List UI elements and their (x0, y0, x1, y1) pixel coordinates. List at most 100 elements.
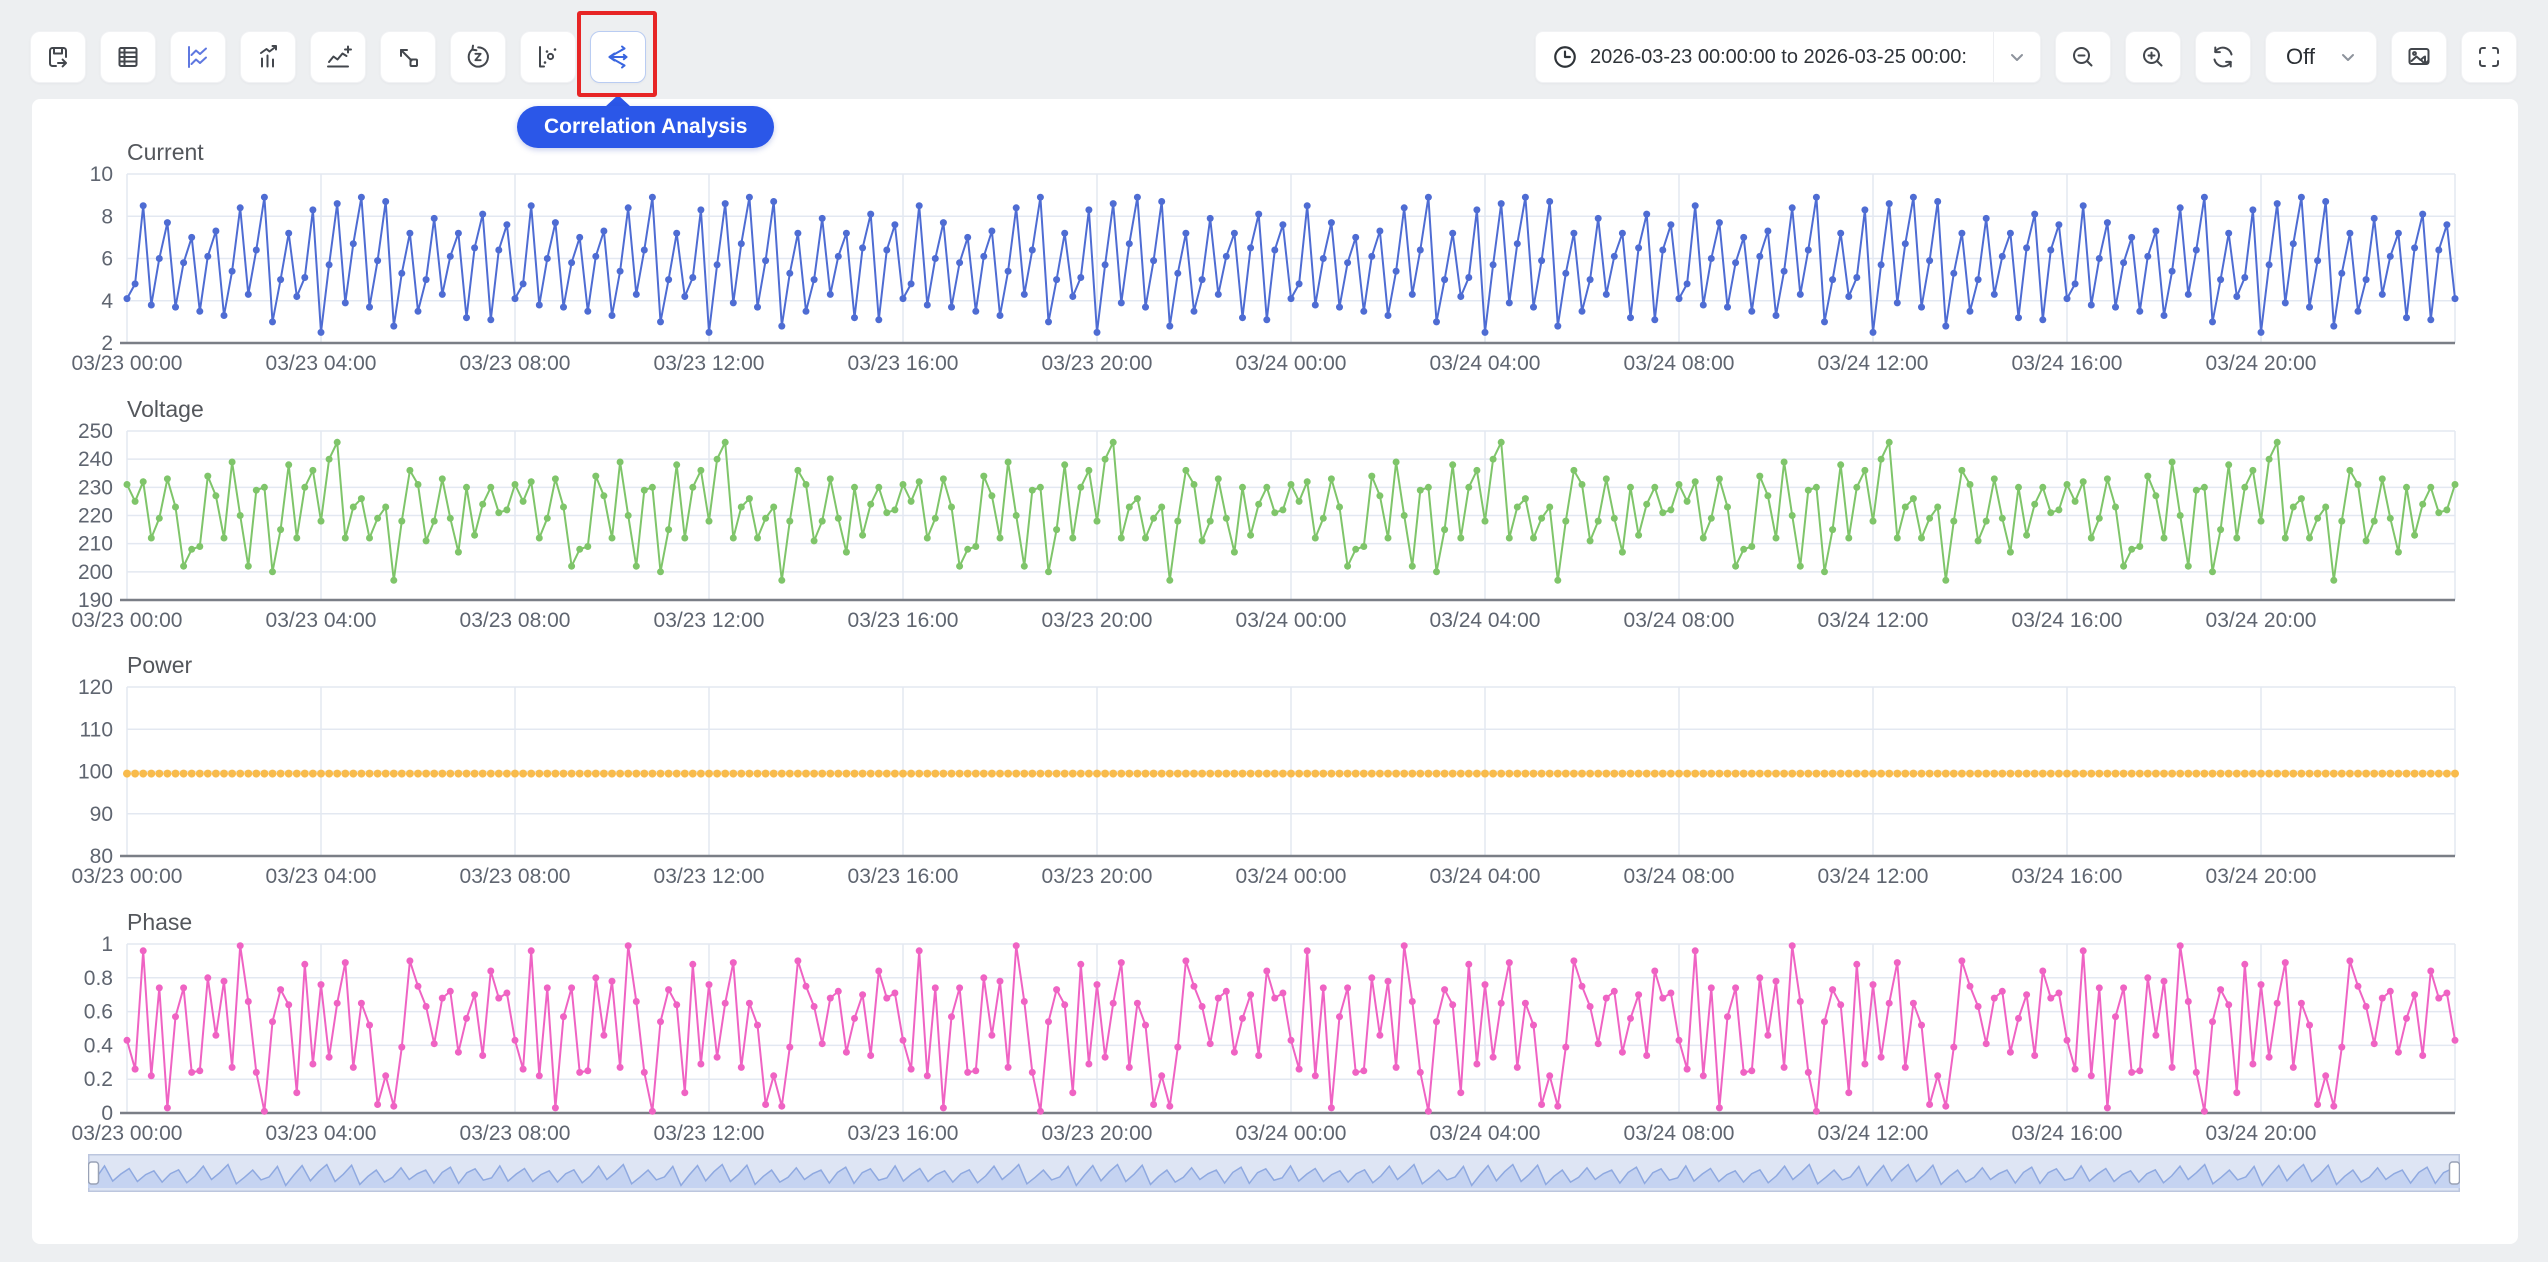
chart-title-voltage: Voltage (127, 396, 204, 422)
history-icon (463, 42, 493, 72)
fullscreen-button[interactable] (2461, 31, 2517, 83)
svg-text:03/23 08:00: 03/23 08:00 (460, 609, 571, 632)
chart-title-power: Power (127, 652, 193, 678)
svg-text:03/24 00:00: 03/24 00:00 (1236, 865, 1347, 888)
svg-text:03/24 04:00: 03/24 04:00 (1430, 1122, 1541, 1145)
svg-text:03/23 20:00: 03/23 20:00 (1042, 609, 1153, 632)
svg-text:10: 10 (90, 163, 113, 186)
svg-text:03/24 08:00: 03/24 08:00 (1624, 865, 1735, 888)
svg-text:03/23 04:00: 03/23 04:00 (266, 352, 377, 375)
svg-text:03/23 00:00: 03/23 00:00 (72, 865, 183, 888)
export-image-button[interactable] (2391, 31, 2447, 83)
datetime-range-dropdown[interactable] (1993, 32, 2040, 82)
line-chart-icon (183, 42, 213, 72)
correlation-tooltip: Correlation Analysis (517, 106, 774, 148)
phase-chart[interactable]: 00.20.40.60.8103/23 00:0003/23 04:0003/2… (0, 900, 2548, 1157)
svg-text:240: 240 (78, 448, 113, 471)
save-export-icon (43, 42, 73, 72)
svg-text:03/23 20:00: 03/23 20:00 (1042, 352, 1153, 375)
svg-text:03/24 12:00: 03/24 12:00 (1818, 609, 1929, 632)
scatter-chart-icon (533, 42, 563, 72)
svg-text:6: 6 (101, 248, 113, 271)
datetime-range-picker[interactable]: 2026-03-23 00:00:00 to 2026-03-25 00:00: (1535, 31, 2041, 83)
correlation-icon (603, 42, 633, 72)
svg-text:03/24 00:00: 03/24 00:00 (1236, 352, 1347, 375)
svg-text:03/23 20:00: 03/23 20:00 (1042, 1122, 1153, 1145)
toolbar-right: 2026-03-23 00:00:00 to 2026-03-25 00:00:… (1535, 31, 2517, 83)
refresh-button[interactable] (2195, 31, 2251, 83)
correlation-analysis-button[interactable] (590, 31, 646, 83)
svg-text:03/23 20:00: 03/23 20:00 (1042, 865, 1153, 888)
svg-text:220: 220 (78, 504, 113, 527)
bar-chart-view-button[interactable] (240, 31, 296, 83)
svg-text:03/24 04:00: 03/24 04:00 (1430, 352, 1541, 375)
svg-text:03/23 12:00: 03/23 12:00 (654, 1122, 765, 1145)
svg-text:03/23 12:00: 03/23 12:00 (654, 609, 765, 632)
svg-text:0.6: 0.6 (84, 1000, 113, 1023)
svg-text:120: 120 (78, 676, 113, 699)
chevron-down-icon (2336, 45, 2360, 69)
svg-text:200: 200 (78, 560, 113, 583)
datazoom-slider-svg[interactable] (88, 1154, 2460, 1192)
svg-text:230: 230 (78, 476, 113, 499)
datazoom-slider[interactable] (88, 1154, 2460, 1192)
svg-text:03/23 00:00: 03/23 00:00 (72, 609, 183, 632)
zoom-out-icon (2068, 42, 2098, 72)
datetime-range-value: 2026-03-23 00:00:00 to 2026-03-25 00:00: (1590, 46, 1967, 69)
auto-refresh-select[interactable]: Off (2265, 31, 2377, 83)
table-view-button[interactable] (100, 31, 156, 83)
svg-text:03/23 04:00: 03/23 04:00 (266, 1122, 377, 1145)
slider-right-handle[interactable] (2450, 1162, 2460, 1184)
svg-text:03/24 08:00: 03/24 08:00 (1624, 352, 1735, 375)
chevron-down-icon (2005, 45, 2029, 69)
slider-left-handle[interactable] (89, 1162, 99, 1184)
current-chart[interactable]: 24681003/23 00:0003/23 04:0003/23 08:000… (0, 130, 2548, 387)
svg-text:03/24 00:00: 03/24 00:00 (1236, 1122, 1347, 1145)
line-chart-view-button[interactable] (170, 31, 226, 83)
svg-text:03/23 16:00: 03/23 16:00 (848, 352, 959, 375)
svg-text:03/24 04:00: 03/24 04:00 (1430, 609, 1541, 632)
svg-text:100: 100 (78, 761, 113, 784)
svg-text:0.8: 0.8 (84, 966, 113, 989)
svg-text:03/24 04:00: 03/24 04:00 (1430, 865, 1541, 888)
chart-title-phase: Phase (127, 909, 192, 935)
resize-button[interactable] (380, 31, 436, 83)
zoom-in-icon (2138, 42, 2168, 72)
zoom-out-button[interactable] (2055, 31, 2111, 83)
svg-text:03/24 08:00: 03/24 08:00 (1624, 609, 1735, 632)
chart-title-current: Current (127, 139, 204, 165)
svg-text:03/23 08:00: 03/23 08:00 (460, 352, 571, 375)
resize-icon (393, 42, 423, 72)
svg-text:110: 110 (80, 718, 113, 741)
voltage-chart[interactable]: 19020021022023024025003/23 00:0003/23 04… (0, 387, 2548, 644)
svg-text:8: 8 (101, 205, 113, 228)
datetime-range-main[interactable]: 2026-03-23 00:00:00 to 2026-03-25 00:00: (1536, 44, 1993, 70)
svg-text:90: 90 (90, 803, 113, 826)
svg-text:03/24 16:00: 03/24 16:00 (2012, 865, 2123, 888)
svg-text:03/24 20:00: 03/24 20:00 (2206, 865, 2317, 888)
svg-text:03/24 20:00: 03/24 20:00 (2206, 352, 2317, 375)
svg-text:03/23 04:00: 03/23 04:00 (266, 865, 377, 888)
auto-refresh-value: Off (2286, 44, 2315, 70)
fullscreen-icon (2474, 42, 2504, 72)
svg-text:03/23 08:00: 03/23 08:00 (460, 1122, 571, 1145)
clock-icon (1552, 44, 1578, 70)
svg-text:03/23 16:00: 03/23 16:00 (848, 865, 959, 888)
svg-text:03/24 20:00: 03/24 20:00 (2206, 1122, 2317, 1145)
history-button[interactable] (450, 31, 506, 83)
svg-text:0.2: 0.2 (84, 1068, 113, 1091)
svg-text:03/23 00:00: 03/23 00:00 (72, 352, 183, 375)
export-image-icon (2404, 42, 2434, 72)
add-line-chart-button[interactable] (310, 31, 366, 83)
svg-text:03/24 00:00: 03/24 00:00 (1236, 609, 1347, 632)
power-chart[interactable]: 809010011012003/23 00:0003/23 04:0003/23… (0, 643, 2548, 900)
svg-text:4: 4 (101, 290, 113, 313)
svg-text:03/23 16:00: 03/23 16:00 (848, 1122, 959, 1145)
save-export-button[interactable] (30, 31, 86, 83)
svg-text:03/23 16:00: 03/23 16:00 (848, 609, 959, 632)
scatter-chart-button[interactable] (520, 31, 576, 83)
svg-text:03/24 08:00: 03/24 08:00 (1624, 1122, 1735, 1145)
toolbar-left (30, 31, 646, 83)
zoom-in-button[interactable] (2125, 31, 2181, 83)
svg-text:210: 210 (78, 532, 113, 555)
